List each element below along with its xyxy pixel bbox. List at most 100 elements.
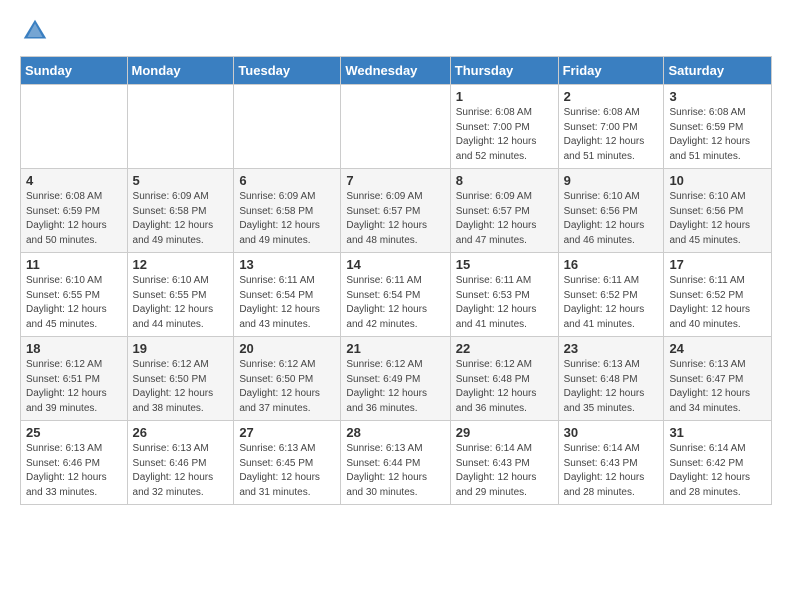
day-info: Sunrise: 6:11 AM Sunset: 6:54 PM Dayligh…: [239, 274, 335, 332]
day-number: 16: [564, 257, 659, 272]
day-info: Sunrise: 6:13 AM Sunset: 6:47 PM Dayligh…: [669, 358, 766, 416]
calendar-cell: 5 Sunrise: 6:09 AM Sunset: 6:58 PM Daylig…: [127, 169, 234, 253]
day-info: Sunrise: 6:14 AM Sunset: 6:42 PM Dayligh…: [669, 442, 766, 500]
day-info: Sunrise: 6:10 AM Sunset: 6:55 PM Dayligh…: [26, 274, 122, 332]
day-number: 2: [564, 89, 659, 104]
calendar-cell: 15Sunrise: 6:11 AM Sunset: 6:53 PM Dayli…: [450, 253, 558, 337]
calendar-table: SundayMondayTuesdayWednesdayThursdayFrid…: [20, 56, 772, 505]
calendar-cell: 1Sunrise: 6:08 AM Sunset: 7:00 PM Daylig…: [450, 85, 558, 169]
calendar-cell: 20 Sunrise: 6:12 AM Sunset: 6:50 PM Dayli…: [234, 337, 341, 421]
day-number: 17: [669, 257, 766, 272]
day-info: Sunrise: 6:12 AM Sunset: 6:51 PM Dayligh…: [26, 358, 122, 416]
day-info: Sunrise: 6:14 AM Sunset: 6:43 PM Dayligh…: [456, 442, 553, 500]
day-info: Sunrise: 6:08 AM Sunset: 7:00 PM Dayligh…: [564, 106, 659, 164]
calendar-cell: 12 Sunrise: 6:10 AM Sunset: 6:55 PM Dayli…: [127, 253, 234, 337]
day-number: 20: [239, 341, 335, 356]
logo-icon: [20, 16, 50, 46]
day-info: Sunrise: 6:11 AM Sunset: 6:52 PM Dayligh…: [564, 274, 659, 332]
day-number: 18: [26, 341, 122, 356]
day-number: 13: [239, 257, 335, 272]
day-info: Sunrise: 6:09 AM Sunset: 6:58 PM Dayligh…: [239, 190, 335, 248]
day-info: Sunrise: 6:08 AM Sunset: 6:59 PM Dayligh…: [26, 190, 122, 248]
day-info: Sunrise: 6:09 AM Sunset: 6:57 PM Dayligh…: [456, 190, 553, 248]
day-number: 25: [26, 425, 122, 440]
day-number: 31: [669, 425, 766, 440]
day-info: Sunrise: 6:12 AM Sunset: 6:49 PM Dayligh…: [346, 358, 444, 416]
day-number: 24: [669, 341, 766, 356]
week-row-3: 11 Sunrise: 6:10 AM Sunset: 6:55 PM Dayli…: [21, 253, 772, 337]
day-info: Sunrise: 6:10 AM Sunset: 6:56 PM Dayligh…: [669, 190, 766, 248]
calendar-cell: 6 Sunrise: 6:09 AM Sunset: 6:58 PM Daylig…: [234, 169, 341, 253]
day-number: 6: [239, 173, 335, 188]
day-number: 14: [346, 257, 444, 272]
day-number: 5: [133, 173, 229, 188]
calendar-cell: 31 Sunrise: 6:14 AM Sunset: 6:42 PM Dayli…: [664, 421, 772, 505]
column-header-tuesday: Tuesday: [234, 57, 341, 85]
week-row-1: 1 Sunrise: 6:08 AM Sunset: 7:00 PM Daylig…: [21, 85, 772, 169]
calendar-cell: 13 Sunrise: 6:11 AM Sunset: 6:54 PM Dayli…: [234, 253, 341, 337]
day-number: 9: [564, 173, 659, 188]
day-info: Sunrise: 6:13 AM Sunset: 6:45 PM Dayligh…: [239, 442, 335, 500]
day-info: Sunrise: 6:10 AM Sunset: 6:55 PM Dayligh…: [133, 274, 229, 332]
calendar-cell: [127, 85, 234, 169]
calendar-cell: 3Sunrise: 6:08 AM Sunset: 6:59 PM Daylig…: [664, 85, 772, 169]
calendar-cell: 22 Sunrise: 6:12 AM Sunset: 6:48 PM Dayli…: [450, 337, 558, 421]
calendar-header-row: SundayMondayTuesdayWednesdayThursdayFrid…: [21, 57, 772, 85]
day-info: Sunrise: 6:08 AM Sunset: 6:59 PM Dayligh…: [669, 106, 766, 164]
day-number: 26: [133, 425, 229, 440]
day-info: Sunrise: 6:13 AM Sunset: 6:44 PM Dayligh…: [346, 442, 444, 500]
calendar-cell: 29Sunrise: 6:14 AM Sunset: 6:43 PM Dayli…: [450, 421, 558, 505]
day-info: Sunrise: 6:10 AM Sunset: 6:56 PM Dayligh…: [564, 190, 659, 248]
day-number: 4: [26, 173, 122, 188]
day-info: Sunrise: 6:11 AM Sunset: 6:52 PM Dayligh…: [669, 274, 766, 332]
week-row-2: 4 Sunrise: 6:08 AM Sunset: 6:59 PM Daylig…: [21, 169, 772, 253]
column-header-sunday: Sunday: [21, 57, 128, 85]
day-info: Sunrise: 6:13 AM Sunset: 6:48 PM Dayligh…: [564, 358, 659, 416]
day-info: Sunrise: 6:12 AM Sunset: 6:48 PM Dayligh…: [456, 358, 553, 416]
day-number: 19: [133, 341, 229, 356]
day-number: 30: [564, 425, 659, 440]
calendar-cell: [341, 85, 450, 169]
calendar-cell: 9 Sunrise: 6:10 AM Sunset: 6:56 PM Daylig…: [558, 169, 664, 253]
calendar-cell: 25 Sunrise: 6:13 AM Sunset: 6:46 PM Dayli…: [21, 421, 128, 505]
week-row-4: 18 Sunrise: 6:12 AM Sunset: 6:51 PM Dayli…: [21, 337, 772, 421]
calendar-cell: 23Sunrise: 6:13 AM Sunset: 6:48 PM Dayli…: [558, 337, 664, 421]
week-row-5: 25 Sunrise: 6:13 AM Sunset: 6:46 PM Dayli…: [21, 421, 772, 505]
calendar-cell: 27Sunrise: 6:13 AM Sunset: 6:45 PM Dayli…: [234, 421, 341, 505]
day-number: 1: [456, 89, 553, 104]
column-header-thursday: Thursday: [450, 57, 558, 85]
logo: [20, 16, 54, 46]
day-info: Sunrise: 6:14 AM Sunset: 6:43 PM Dayligh…: [564, 442, 659, 500]
day-number: 11: [26, 257, 122, 272]
calendar-cell: 8 Sunrise: 6:09 AM Sunset: 6:57 PM Daylig…: [450, 169, 558, 253]
calendar-cell: [234, 85, 341, 169]
calendar-cell: 4 Sunrise: 6:08 AM Sunset: 6:59 PM Daylig…: [21, 169, 128, 253]
day-number: 12: [133, 257, 229, 272]
calendar-cell: 26 Sunrise: 6:13 AM Sunset: 6:46 PM Dayli…: [127, 421, 234, 505]
calendar-cell: 18 Sunrise: 6:12 AM Sunset: 6:51 PM Dayli…: [21, 337, 128, 421]
calendar-cell: 7 Sunrise: 6:09 AM Sunset: 6:57 PM Daylig…: [341, 169, 450, 253]
calendar-cell: 17 Sunrise: 6:11 AM Sunset: 6:52 PM Dayli…: [664, 253, 772, 337]
calendar-cell: 30 Sunrise: 6:14 AM Sunset: 6:43 PM Dayli…: [558, 421, 664, 505]
day-number: 8: [456, 173, 553, 188]
calendar-cell: 16 Sunrise: 6:11 AM Sunset: 6:52 PM Dayli…: [558, 253, 664, 337]
day-info: Sunrise: 6:13 AM Sunset: 6:46 PM Dayligh…: [26, 442, 122, 500]
day-number: 28: [346, 425, 444, 440]
day-info: Sunrise: 6:13 AM Sunset: 6:46 PM Dayligh…: [133, 442, 229, 500]
calendar-cell: 24 Sunrise: 6:13 AM Sunset: 6:47 PM Dayli…: [664, 337, 772, 421]
day-number: 7: [346, 173, 444, 188]
day-info: Sunrise: 6:09 AM Sunset: 6:57 PM Dayligh…: [346, 190, 444, 248]
day-number: 10: [669, 173, 766, 188]
day-number: 15: [456, 257, 553, 272]
day-info: Sunrise: 6:11 AM Sunset: 6:54 PM Dayligh…: [346, 274, 444, 332]
day-info: Sunrise: 6:12 AM Sunset: 6:50 PM Dayligh…: [239, 358, 335, 416]
column-header-wednesday: Wednesday: [341, 57, 450, 85]
day-info: Sunrise: 6:09 AM Sunset: 6:58 PM Dayligh…: [133, 190, 229, 248]
column-header-saturday: Saturday: [664, 57, 772, 85]
day-number: 22: [456, 341, 553, 356]
calendar-cell: 14 Sunrise: 6:11 AM Sunset: 6:54 PM Dayli…: [341, 253, 450, 337]
column-header-friday: Friday: [558, 57, 664, 85]
calendar-cell: 19Sunrise: 6:12 AM Sunset: 6:50 PM Dayli…: [127, 337, 234, 421]
calendar-cell: 11 Sunrise: 6:10 AM Sunset: 6:55 PM Dayli…: [21, 253, 128, 337]
calendar-cell: 28 Sunrise: 6:13 AM Sunset: 6:44 PM Dayli…: [341, 421, 450, 505]
